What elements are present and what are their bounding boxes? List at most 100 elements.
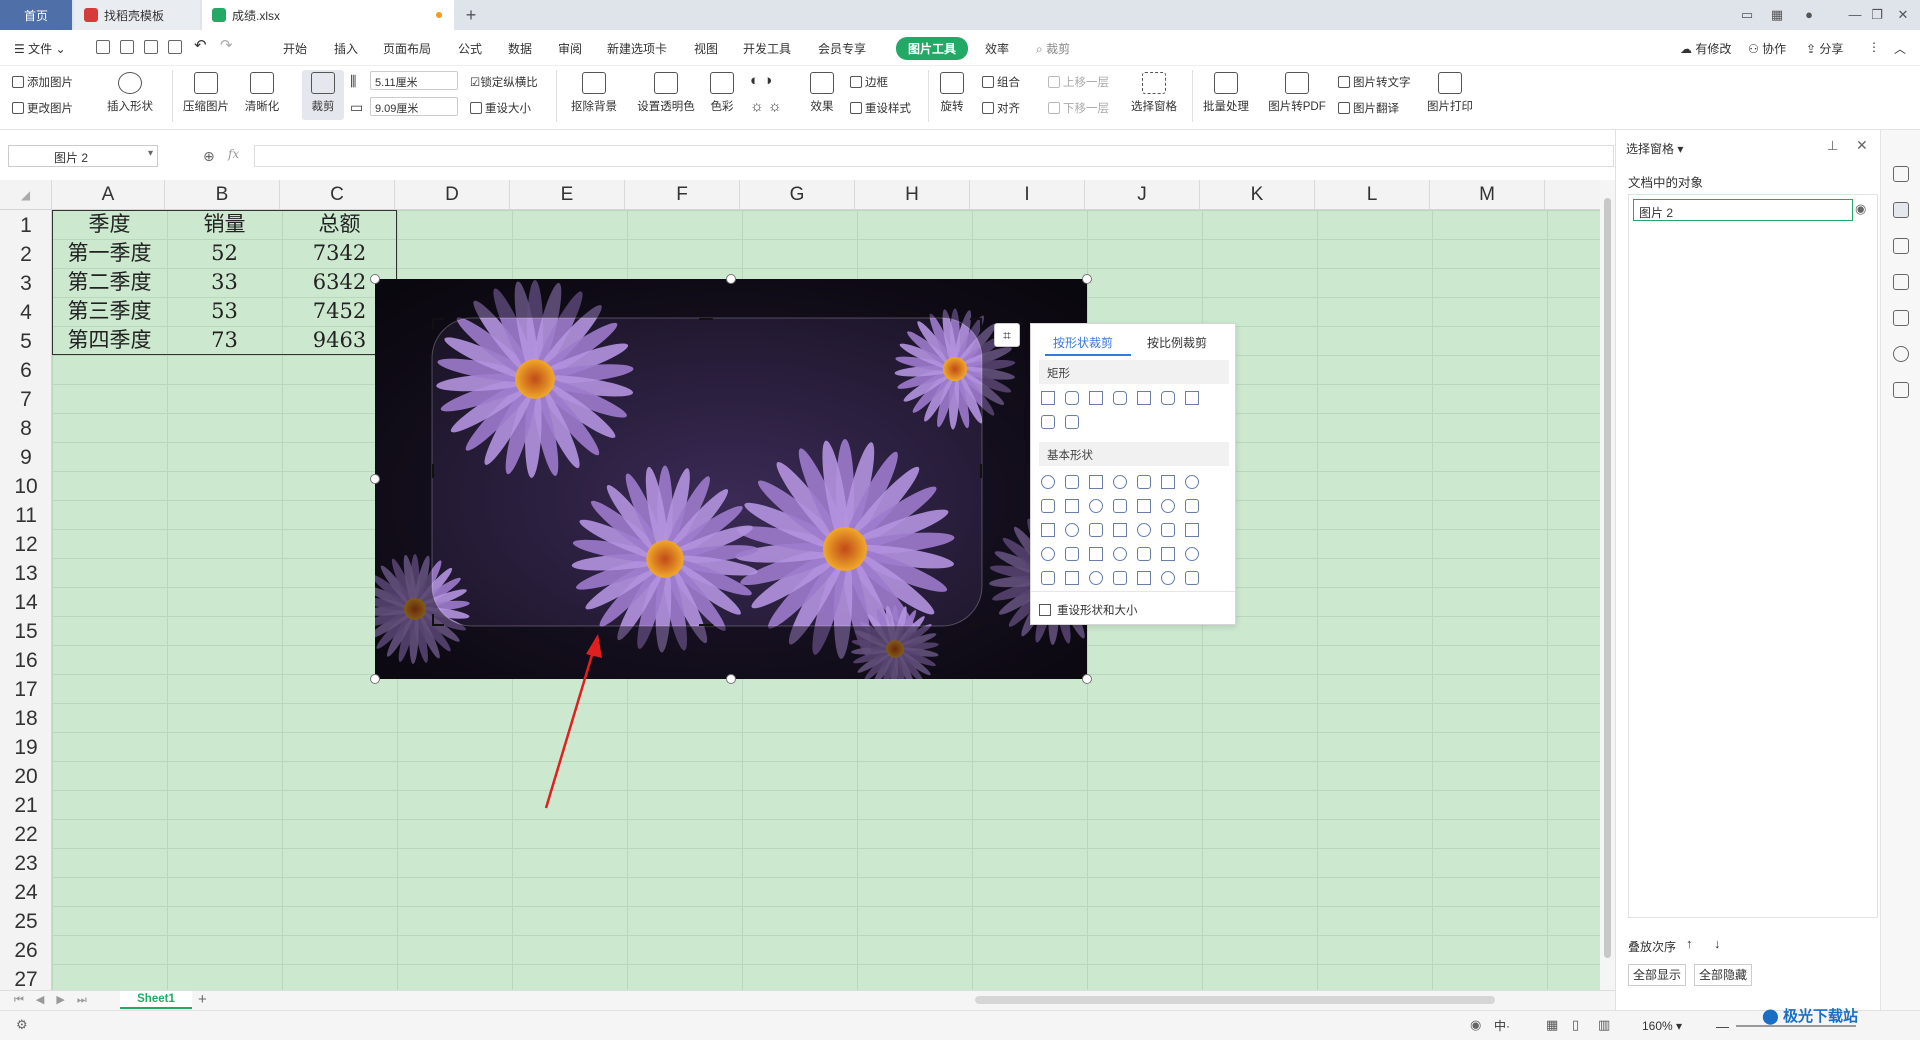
rotate-button[interactable]: 旋转 [934, 72, 970, 114]
crop-handle[interactable] [432, 614, 444, 626]
rect-shape-option[interactable] [1137, 391, 1151, 405]
restore-icon[interactable]: ❐ [1868, 6, 1886, 24]
eye-protect-icon[interactable]: ◉ [1470, 1017, 1481, 1033]
border-button[interactable]: 边框 [850, 74, 888, 90]
basic-shape-option[interactable] [1065, 571, 1079, 585]
brightness-icon[interactable]: ◐ ◑ [750, 72, 772, 89]
row-header-6[interactable]: 6 [0, 356, 52, 385]
column-header-l[interactable]: L [1315, 180, 1430, 210]
menu-member[interactable]: 会员专享 [818, 40, 866, 57]
resize-handle[interactable] [370, 474, 380, 484]
crop-side-icon[interactable] [1893, 274, 1909, 290]
row-header-21[interactable]: 21 [0, 791, 52, 820]
contrast-icon[interactable]: ☼ ☼ [750, 98, 782, 115]
row-header-25[interactable]: 25 [0, 907, 52, 936]
basic-shape-option[interactable] [1113, 475, 1127, 489]
object-item[interactable]: 图片 2 [1633, 199, 1853, 221]
input-method[interactable]: 中· [1494, 1017, 1510, 1034]
menu-file[interactable]: ☰ 文件 ⌄ [14, 40, 66, 57]
reset-style-button[interactable]: 重设样式 [850, 100, 911, 116]
horizontal-scrollbar[interactable] [975, 996, 1495, 1004]
tab-workbook[interactable]: 成绩.xlsx [202, 0, 454, 30]
print-picture-button[interactable]: 图片打印 [1424, 72, 1476, 114]
to-text-button[interactable]: 图片转文字 [1338, 74, 1411, 90]
set-transparent-button[interactable]: 设置透明色 [634, 72, 698, 114]
row-header-17[interactable]: 17 [0, 675, 52, 704]
row-header-5[interactable]: 5 [0, 327, 52, 356]
collab-button[interactable]: ⚇ 协作 [1748, 40, 1786, 57]
selection-pane-title[interactable]: 选择窗格 ▾ [1626, 140, 1683, 157]
basic-shape-option[interactable] [1089, 499, 1103, 513]
row-header-12[interactable]: 12 [0, 530, 52, 559]
remove-bg-button[interactable]: 抠除背景 [564, 72, 624, 114]
basic-shape-option[interactable] [1113, 547, 1127, 561]
save-icon[interactable] [96, 40, 110, 54]
lock-ratio-checkbox[interactable]: ☑ 锁定纵横比 [470, 74, 538, 90]
row-header-13[interactable]: 13 [0, 559, 52, 588]
batch-button[interactable]: 批量处理 [1198, 72, 1254, 114]
basic-shape-option[interactable] [1041, 571, 1055, 585]
basic-shape-option[interactable] [1161, 499, 1175, 513]
basic-shape-option[interactable] [1137, 499, 1151, 513]
color-button[interactable]: 色彩 [704, 72, 740, 114]
row-header-14[interactable]: 14 [0, 588, 52, 617]
sheet-tab[interactable]: Sheet1 [120, 991, 192, 1009]
rect-shape-option[interactable] [1065, 415, 1079, 429]
rect-shape-option[interactable] [1161, 391, 1175, 405]
layout-icon[interactable]: ▭ [1738, 6, 1756, 24]
menu-efficiency[interactable]: 效率 [985, 40, 1009, 57]
image-settings-icon[interactable] [1893, 310, 1909, 326]
close-icon[interactable]: ✕ [1894, 6, 1912, 24]
grid-apps-icon[interactable]: ▦ [1768, 6, 1786, 24]
column-header-c[interactable]: C [280, 180, 395, 210]
basic-shape-option[interactable] [1113, 499, 1127, 513]
new-tab-icon[interactable]: + [462, 6, 480, 24]
compress-button[interactable]: 压缩图片 [180, 72, 232, 114]
avatar[interactable]: ● [1800, 6, 1818, 24]
basic-shape-option[interactable] [1089, 475, 1103, 489]
book-icon[interactable] [1893, 382, 1909, 398]
row-header-11[interactable]: 11 [0, 501, 52, 530]
formula-input[interactable] [254, 145, 1614, 167]
tab-crop-by-shape[interactable]: 按形状裁剪 [1053, 334, 1113, 351]
undo-icon[interactable]: ↶ [194, 36, 207, 54]
tab-template[interactable]: 找稻壳模板 [74, 0, 200, 30]
menu-search[interactable]: ⌕ 裁剪 [1036, 40, 1070, 57]
column-header-m[interactable]: M [1430, 180, 1545, 210]
basic-shape-option[interactable] [1041, 547, 1055, 561]
name-box[interactable]: 图片 2 ▾ [8, 145, 158, 167]
menu-review[interactable]: 审阅 [558, 40, 582, 57]
basic-shape-option[interactable] [1137, 547, 1151, 561]
to-pdf-button[interactable]: 图片转PDF [1266, 72, 1328, 114]
menu-formula[interactable]: 公式 [458, 40, 482, 57]
resize-handle[interactable] [1082, 674, 1092, 684]
basic-shape-option[interactable] [1185, 571, 1199, 585]
row-header-27[interactable]: 27 [0, 965, 52, 990]
preview-icon[interactable] [168, 40, 182, 54]
tab-crop-by-ratio[interactable]: 按比例裁剪 [1147, 334, 1207, 351]
row-header-7[interactable]: 7 [0, 385, 52, 414]
column-header-h[interactable]: H [855, 180, 970, 210]
menu-insert[interactable]: 插入 [334, 40, 358, 57]
basic-shape-option[interactable] [1161, 523, 1175, 537]
basic-shape-option[interactable] [1041, 523, 1055, 537]
menu-developer[interactable]: 开发工具 [743, 40, 791, 57]
add-sheet-icon[interactable]: + [198, 991, 207, 1008]
share-button[interactable]: ⇪ 分享 [1806, 40, 1843, 57]
vertical-scrollbar[interactable] [1600, 180, 1615, 990]
reset-shape-size-button[interactable]: 重设形状和大小 [1039, 602, 1138, 618]
translate-button[interactable]: 图片翻译 [1338, 100, 1399, 116]
row-header-23[interactable]: 23 [0, 849, 52, 878]
pointer-icon[interactable] [1893, 202, 1909, 218]
sliders-icon[interactable] [1893, 238, 1909, 254]
basic-shape-option[interactable] [1113, 523, 1127, 537]
row-header-2[interactable]: 2 [0, 240, 52, 269]
column-header-b[interactable]: B [165, 180, 280, 210]
align-button[interactable]: 对齐 [982, 100, 1020, 116]
export-icon[interactable] [120, 40, 134, 54]
effect-button[interactable]: 效果 [802, 72, 842, 114]
eye-icon[interactable]: ◉ [1855, 201, 1866, 217]
close-pane-icon[interactable]: ✕ [1856, 137, 1868, 154]
rect-shape-option[interactable] [1041, 415, 1055, 429]
basic-shape-option[interactable] [1137, 475, 1151, 489]
